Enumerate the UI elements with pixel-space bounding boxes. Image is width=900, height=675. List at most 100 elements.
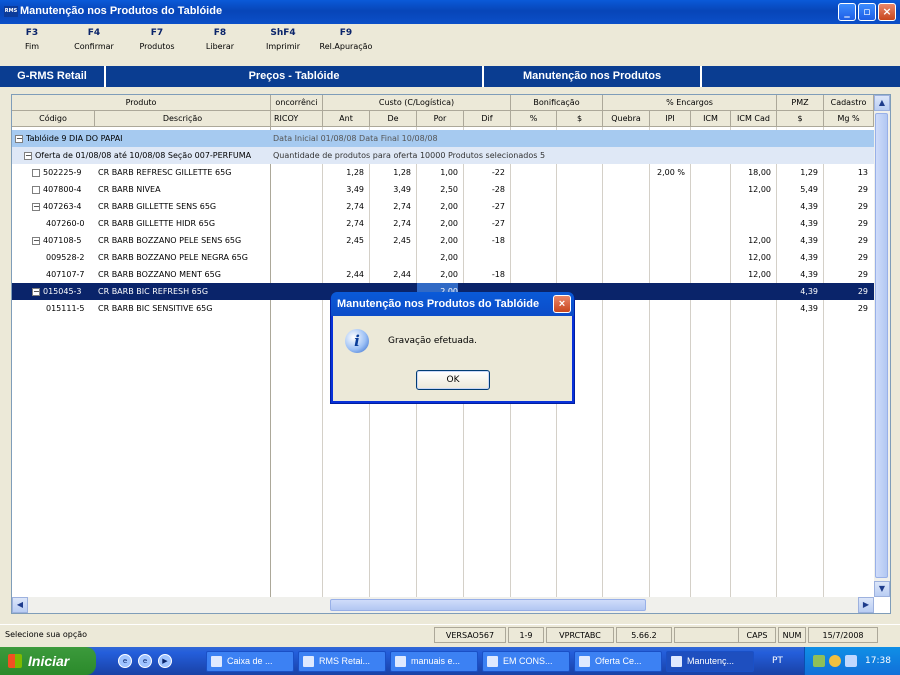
col-bonif-valor[interactable]: $ (557, 111, 603, 127)
col-bonif-pct[interactable]: % (511, 111, 557, 127)
cell-icmcad[interactable] (731, 198, 771, 215)
confirmar-button[interactable]: F4 Confirmar (64, 28, 124, 51)
cell-por[interactable]: 2,00 (417, 266, 458, 283)
cell-pmz[interactable]: 5,49 (777, 181, 818, 198)
cell-icmcad[interactable] (731, 300, 771, 317)
cell-mg[interactable]: 29 (824, 266, 868, 283)
horizontal-scrollbar[interactable]: ◀ ▶ (12, 597, 874, 613)
col-icm[interactable]: ICM (691, 111, 731, 127)
table-row[interactable]: −407263-4 CR BARB GILLETTE SENS 65G 2,74 2,… (12, 198, 874, 215)
cell-por[interactable]: 1,00 (417, 164, 458, 181)
cell-de[interactable] (370, 249, 411, 266)
col-descricao[interactable]: Descrição (95, 111, 271, 127)
tree-node-icon[interactable] (32, 185, 40, 194)
cell-ipi[interactable] (650, 181, 685, 198)
cell-de[interactable]: 3,49 (370, 181, 411, 198)
cell-icmcad[interactable]: 12,00 (731, 232, 771, 249)
scroll-down-icon[interactable]: ▼ (874, 581, 890, 597)
cell-ant[interactable]: 2,74 (323, 198, 364, 215)
start-button[interactable]: Iniciar (0, 647, 96, 675)
taskbar-item-em-cons[interactable]: EM CONS... (482, 651, 570, 672)
liberar-button[interactable]: F8 Liberar (190, 28, 250, 51)
table-row[interactable]: 502225-9 CR BARB REFRESC GILLETTE 65G 1,28… (12, 164, 874, 181)
cell-pmz[interactable]: 4,39 (777, 266, 818, 283)
tabloide-group-row[interactable]: − Tablóide 9 DIA DO PAPAI Data Inicial 01… (12, 130, 874, 147)
taskbar-item-manuais[interactable]: manuais e... (390, 651, 478, 672)
table-row[interactable]: 407260-0 CR BARB GILLETTE HIDR 65G 2,74 2,7… (12, 215, 874, 232)
cell-ipi[interactable] (650, 266, 685, 283)
col-quebra[interactable]: Quebra (603, 111, 650, 127)
collapse-icon[interactable]: − (32, 287, 40, 296)
collapse-icon[interactable]: − (32, 236, 40, 245)
cell-ant[interactable]: 1,28 (323, 164, 364, 181)
security-icon[interactable] (829, 655, 841, 667)
cell-por[interactable]: 2,50 (417, 181, 458, 198)
scroll-left-icon[interactable]: ◀ (12, 597, 28, 613)
produtos-button[interactable]: F7 Produtos (127, 28, 187, 51)
cell-ipi[interactable] (650, 300, 685, 317)
cell-ipi[interactable] (650, 232, 685, 249)
tree-node-icon[interactable] (32, 168, 40, 177)
cell-icmcad[interactable] (731, 215, 771, 232)
cell-por[interactable]: 2,00 (417, 232, 458, 249)
taskbar-item-caixa[interactable]: Caixa de ... (206, 651, 294, 672)
cell-pmz[interactable]: 4,39 (777, 198, 818, 215)
cell-ant[interactable] (323, 249, 364, 266)
dialog-close-button[interactable]: × (553, 295, 571, 313)
cell-ant[interactable]: 2,45 (323, 232, 364, 249)
taskbar-item-oferta[interactable]: Oferta Ce... (574, 651, 662, 672)
ime-icon[interactable] (845, 655, 857, 667)
cell-icmcad[interactable]: 18,00 (731, 164, 771, 181)
fim-button[interactable]: F3 Fim (2, 28, 62, 51)
cell-mg[interactable]: 29 (824, 249, 868, 266)
clock[interactable]: 17:38 (865, 647, 891, 675)
cell-ipi[interactable] (650, 283, 685, 300)
cell-mg[interactable]: 13 (824, 164, 868, 181)
cell-por[interactable]: 2,00 (417, 249, 458, 266)
ok-button[interactable]: OK (416, 370, 490, 390)
cell-dif[interactable]: -27 (464, 198, 505, 215)
col-por[interactable]: Por (417, 111, 464, 127)
table-row[interactable]: −407108-5 CR BARB BOZZANO PELE SENS 65G 2,… (12, 232, 874, 249)
scroll-right-icon[interactable]: ▶ (858, 597, 874, 613)
cell-por[interactable]: 2,00 (417, 215, 458, 232)
ie-icon[interactable]: e (118, 654, 132, 668)
taskbar-item-manutencao[interactable]: Manutenç... (666, 651, 754, 672)
col-mg[interactable]: Mg % (824, 111, 874, 127)
col-ricoy[interactable]: RICOY (271, 111, 323, 127)
cell-ant[interactable]: 2,44 (323, 266, 364, 283)
imprimir-button[interactable]: ShF4 Imprimir (253, 28, 313, 51)
cell-dif[interactable]: -28 (464, 181, 505, 198)
maximize-button[interactable]: ▫ (858, 3, 876, 21)
table-row[interactable]: 407800-4 CR BARB NIVEA 3,49 3,49 2,50 -28 12,0… (12, 181, 874, 198)
cell-ipi[interactable] (650, 215, 685, 232)
vertical-scroll-thumb[interactable] (875, 113, 888, 578)
cell-ipi[interactable] (650, 249, 685, 266)
scroll-up-icon[interactable]: ▲ (874, 95, 890, 111)
cell-icmcad[interactable]: 12,00 (731, 266, 771, 283)
cell-ant[interactable]: 3,49 (323, 181, 364, 198)
cell-pmz[interactable]: 4,39 (777, 249, 818, 266)
cell-pmz[interactable]: 4,39 (777, 232, 818, 249)
network-icon[interactable] (813, 655, 825, 667)
cell-icmcad[interactable]: 12,00 (731, 181, 771, 198)
cell-ipi[interactable] (650, 198, 685, 215)
cell-mg[interactable]: 29 (824, 300, 868, 317)
cell-de[interactable]: 2,45 (370, 232, 411, 249)
cell-por[interactable]: 2,00 (417, 198, 458, 215)
language-indicator[interactable]: PT (772, 647, 783, 675)
col-ipi[interactable]: IPI (650, 111, 691, 127)
media-player-icon[interactable]: ▶ (158, 654, 172, 668)
oferta-group-row[interactable]: − Oferta de 01/08/08 até 10/08/08 Seção 0… (12, 147, 874, 164)
cell-mg[interactable]: 29 (824, 283, 868, 300)
collapse-icon[interactable]: − (32, 202, 40, 211)
horizontal-scroll-thumb[interactable] (330, 599, 646, 611)
col-codigo[interactable]: Código (12, 111, 95, 127)
table-row[interactable]: 407107-7 CR BARB BOZZANO MENT 65G 2,44 2,44… (12, 266, 874, 283)
cell-icmcad[interactable] (731, 283, 771, 300)
col-pmz-valor[interactable]: $ (777, 111, 824, 127)
ie-icon[interactable]: e (138, 654, 152, 668)
cell-de[interactable]: 2,44 (370, 266, 411, 283)
cell-dif[interactable]: -27 (464, 215, 505, 232)
cell-mg[interactable]: 29 (824, 198, 868, 215)
